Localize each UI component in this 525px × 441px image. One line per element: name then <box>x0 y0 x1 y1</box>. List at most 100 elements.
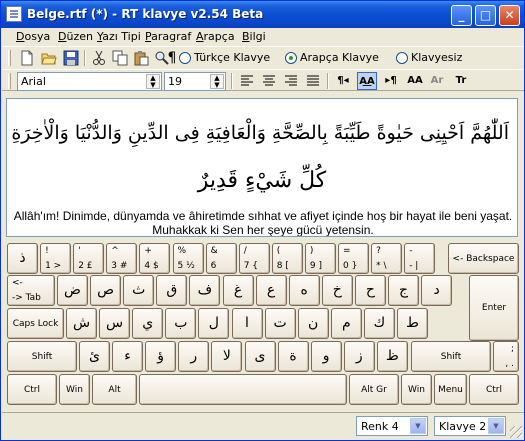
enter-key[interactable]: Enter <box>469 275 519 341</box>
key-number-12[interactable]: - - | <box>404 243 436 274</box>
key-arabic-r2-6[interactable]: ع <box>255 275 287 306</box>
key-arabic-r2-0[interactable]: ض <box>57 275 88 306</box>
cut-icon[interactable] <box>91 50 107 66</box>
spin-arrows-icon[interactable]: ▲ ▼ <box>146 74 160 89</box>
new-document-icon[interactable] <box>19 50 35 66</box>
left-win-key[interactable]: Win <box>59 374 90 405</box>
align-justify-icon[interactable] <box>305 73 321 89</box>
key-arabic-r2-4[interactable]: ف <box>189 275 221 306</box>
key-number-2[interactable]: ' 2 £ <box>73 243 105 274</box>
key-arabic-r4-8[interactable]: ز <box>343 341 375 372</box>
aa-button[interactable]: AA <box>405 72 425 90</box>
aa-toggle-button[interactable]: A͟A <box>357 72 377 90</box>
key-arabic-r4-0[interactable]: ئ <box>79 341 110 372</box>
key-arabic-r2-8[interactable]: خ <box>321 275 353 306</box>
right-win-key[interactable]: Win <box>401 374 432 405</box>
key-arabic-r3-0[interactable]: ش <box>66 308 97 339</box>
key-number-5[interactable]: % 5 ½ <box>172 243 204 274</box>
key-number-3[interactable]: ^ 3 # <box>106 243 138 274</box>
key-number-6[interactable]: & 6 <box>205 243 237 274</box>
key-arabic-r3-8[interactable]: م <box>330 308 362 339</box>
key-arabic-r3-3[interactable]: ب <box>165 308 197 339</box>
ltr-paragraph-button[interactable]: ▸¶ <box>381 72 401 90</box>
key-arabic-r4-7[interactable]: و <box>310 341 342 372</box>
menu-arapca[interactable]: Arapça <box>196 30 235 43</box>
key-comma-period[interactable]: ; , . <box>493 341 519 372</box>
menu-yazi-tipi[interactable]: Yazı Tipi <box>97 30 141 43</box>
alt-key[interactable]: Alt <box>92 374 137 405</box>
key-arabic-r3-7[interactable]: ن <box>297 308 329 339</box>
renk-select[interactable]: Renk 4 ▼ <box>356 416 428 436</box>
ar-button[interactable]: Ar <box>427 72 447 90</box>
font-name-select[interactable]: Arial ▲ ▼ <box>17 72 162 91</box>
key-arabic-r2-7[interactable]: ه <box>288 275 320 306</box>
key-arabic-r2-2[interactable]: ث <box>123 275 155 306</box>
close-button[interactable]: ✕ <box>499 5 520 26</box>
toolbar-grip[interactable] <box>8 50 11 66</box>
left-shift-key[interactable]: Shift <box>7 341 77 372</box>
tr-button[interactable]: Tr <box>451 72 471 90</box>
spin-arrows-icon[interactable]: ▲ ▼ <box>210 74 224 89</box>
paste-icon[interactable] <box>133 50 149 66</box>
dropdown-arrow-icon[interactable]: ▼ <box>410 418 426 434</box>
klavye-select[interactable]: Klavye 2 ▼ <box>434 416 506 436</box>
dropdown-arrow-icon[interactable]: ▼ <box>488 418 504 434</box>
key-arabic-r3-4[interactable]: ل <box>198 308 230 339</box>
key-arabic-r4-1[interactable]: ء <box>112 341 144 372</box>
key-number-1[interactable]: ! 1 > <box>40 243 72 274</box>
right-shift-key[interactable]: Shift <box>411 341 491 372</box>
key-number-7[interactable]: / 7 { <box>238 243 270 274</box>
key-arabic-r2-3[interactable]: ق <box>156 275 188 306</box>
open-folder-icon[interactable] <box>41 50 57 66</box>
menu-duzen[interactable]: Düzen <box>58 30 93 43</box>
toolbar-grip[interactable] <box>8 73 11 89</box>
backspace-key[interactable]: <- Backspace <box>448 243 519 274</box>
key-number-4[interactable]: +4 $ <box>139 243 171 274</box>
key-arabic-r3-1[interactable]: س <box>99 308 131 339</box>
key-arabic-r4-5[interactable]: ى <box>244 341 276 372</box>
minimize-button[interactable]: _ <box>451 5 472 26</box>
alt-gr-key[interactable]: Alt Gr <box>349 374 399 405</box>
maximize-button[interactable]: □ <box>475 5 496 26</box>
menu-key[interactable]: Menu <box>434 374 467 405</box>
key-arabic-r3-10[interactable]: ط <box>397 308 428 339</box>
left-ctrl-key[interactable]: Ctrl <box>7 374 57 405</box>
align-center-icon[interactable] <box>261 73 277 89</box>
key-number-10[interactable]: = 0 } <box>338 243 369 274</box>
key-dhal[interactable]: ذ <box>7 243 38 274</box>
save-icon[interactable] <box>63 50 79 66</box>
copy-icon[interactable] <box>112 50 128 66</box>
align-right-icon[interactable] <box>283 73 299 89</box>
key-arabic-r4-2[interactable]: ؤ <box>145 341 177 372</box>
key-number-9[interactable]: ) 9 ] <box>304 243 336 274</box>
key-arabic-r4-9[interactable]: ظ <box>376 341 408 372</box>
key-arabic-r2-5[interactable]: غ <box>222 275 254 306</box>
key-arabic-r3-6[interactable]: ت <box>264 308 296 339</box>
right-ctrl-key[interactable]: Ctrl <box>469 374 519 405</box>
key-arabic-r3-2[interactable]: ي <box>132 308 164 339</box>
resize-grip-icon[interactable] <box>510 426 522 438</box>
key-arabic-r4-3[interactable]: ر <box>178 341 210 372</box>
caps-lock-key[interactable]: Caps Lock <box>7 308 64 339</box>
text-editor[interactable]: اَللّٰهُمَّ اَحْيِنِى حَيٰوةً طَيِّبَةً … <box>6 98 518 237</box>
key-number-8[interactable]: (8 [ <box>271 243 303 274</box>
font-size-select[interactable]: 19 ▲ ▼ <box>164 72 226 91</box>
menu-dosya[interactable]: Dosya <box>16 30 50 43</box>
key-arabic-r2-11[interactable]: د <box>421 275 453 306</box>
key-legend: 4 $ <box>144 261 159 271</box>
align-left-icon[interactable] <box>239 73 255 89</box>
key-arabic-r2-1[interactable]: ص <box>90 275 122 306</box>
rtl-paragraph-button[interactable]: ¶◂ <box>333 72 353 90</box>
tab-key[interactable]: <- -> Tab <box>7 275 55 306</box>
key-arabic-r4-4[interactable]: لا <box>211 341 243 372</box>
key-arabic-r3-5[interactable]: ا <box>231 308 263 339</box>
key-arabic-r4-6[interactable]: ة <box>277 341 309 372</box>
key-arabic-r3-9[interactable]: ك <box>363 308 395 339</box>
paragraph-mark-icon[interactable]: ¶ <box>164 50 180 66</box>
key-arabic-r2-10[interactable]: ج <box>388 275 419 306</box>
menu-bilgi[interactable]: Bilgi <box>242 30 266 43</box>
menu-paragraf[interactable]: Paragraf <box>145 30 191 43</box>
space-key[interactable] <box>139 374 347 405</box>
key-arabic-r2-9[interactable]: ح <box>354 275 386 306</box>
key-number-11[interactable]: ? * \ <box>371 243 403 274</box>
